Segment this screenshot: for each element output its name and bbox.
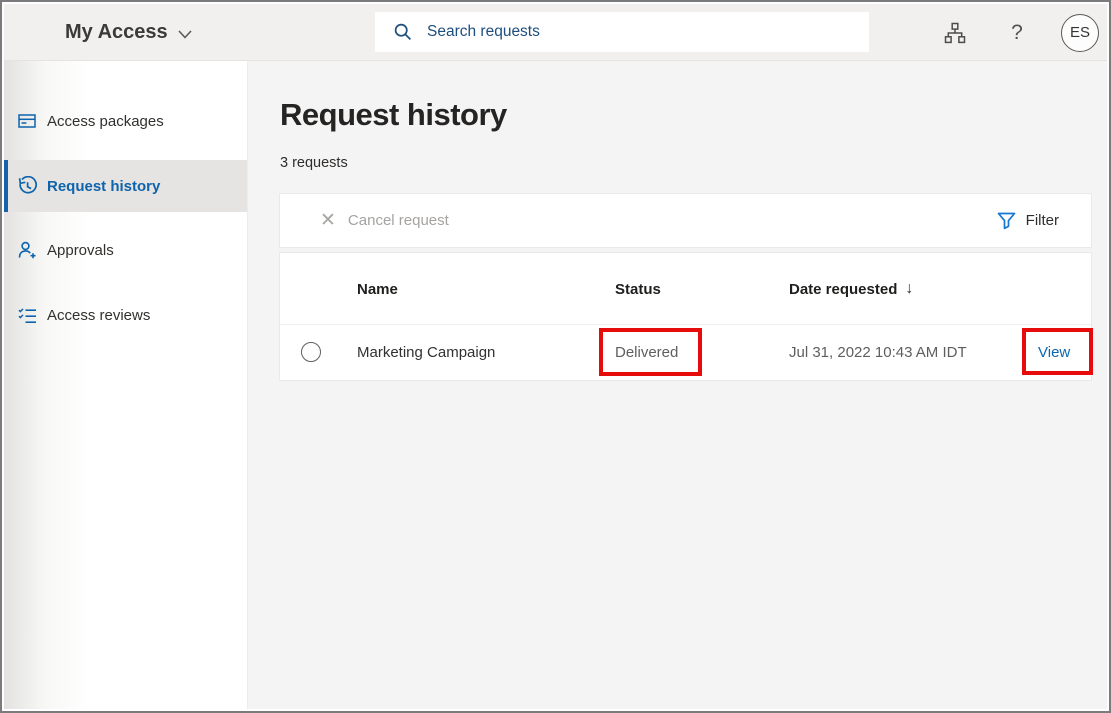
requests-table: Name Status Date requested ↓ Marketing C… xyxy=(279,252,1092,381)
search-input[interactable] xyxy=(413,12,869,52)
avatar-initials: ES xyxy=(1070,24,1090,41)
sidebar-item-request-history[interactable]: Request history xyxy=(4,160,247,212)
row-select-radio[interactable] xyxy=(301,342,321,362)
command-bar: ✕ Cancel request Filter xyxy=(279,193,1092,248)
top-bar: My Access ? xyxy=(4,4,1107,61)
package-icon xyxy=(16,111,38,131)
request-count: 3 requests xyxy=(280,155,348,171)
sort-descending-icon: ↓ xyxy=(905,280,913,298)
app-title-menu[interactable]: My Access xyxy=(65,4,192,61)
page-title: Request history xyxy=(280,97,507,133)
table-header: Name Status Date requested ↓ xyxy=(280,253,1091,325)
table-row[interactable]: Marketing Campaign Delivered Jul 31, 202… xyxy=(280,325,1091,380)
org-chart-icon xyxy=(942,20,968,46)
cell-date-requested: Jul 31, 2022 10:43 AM IDT xyxy=(789,325,967,379)
cancel-request-button[interactable]: ✕ Cancel request xyxy=(320,211,449,230)
cell-name: Marketing Campaign xyxy=(357,325,495,379)
filter-button[interactable]: Filter xyxy=(997,212,1059,230)
org-chart-button[interactable] xyxy=(937,15,973,51)
sidebar-item-label: Approvals xyxy=(47,242,114,259)
topbar-actions: ? ES xyxy=(937,4,1099,61)
sidebar-item-label: Access reviews xyxy=(47,307,150,324)
window-frame: My Access ? xyxy=(0,0,1111,713)
column-header-status[interactable]: Status xyxy=(615,253,661,325)
close-icon: ✕ xyxy=(320,211,336,230)
sidebar: Access packages Request history Appr xyxy=(4,61,248,709)
sidebar-item-access-packages[interactable]: Access packages xyxy=(4,95,247,147)
view-link[interactable]: View xyxy=(1038,325,1070,379)
filter-icon xyxy=(997,212,1016,230)
checklist-icon xyxy=(16,305,38,326)
app-title: My Access xyxy=(65,21,168,44)
avatar[interactable]: ES xyxy=(1061,14,1099,52)
help-icon: ? xyxy=(1011,21,1023,45)
sidebar-item-approvals[interactable]: Approvals xyxy=(4,224,247,276)
sidebar-item-access-reviews[interactable]: Access reviews xyxy=(4,289,247,341)
main-content: Request history 3 requests ✕ Cancel requ… xyxy=(248,61,1107,709)
history-icon xyxy=(16,176,38,197)
search-box[interactable] xyxy=(375,12,869,52)
search-icon xyxy=(393,22,413,42)
cell-status: Delivered xyxy=(615,325,678,379)
column-header-name[interactable]: Name xyxy=(357,253,398,325)
cancel-request-label: Cancel request xyxy=(348,212,449,229)
sidebar-item-label: Access packages xyxy=(47,113,164,130)
help-button[interactable]: ? xyxy=(999,15,1035,51)
column-header-date-requested[interactable]: Date requested ↓ xyxy=(789,253,913,325)
filter-label: Filter xyxy=(1026,212,1059,229)
person-add-icon xyxy=(16,240,38,261)
sidebar-item-label: Request history xyxy=(47,178,160,195)
chevron-down-icon xyxy=(178,30,192,39)
